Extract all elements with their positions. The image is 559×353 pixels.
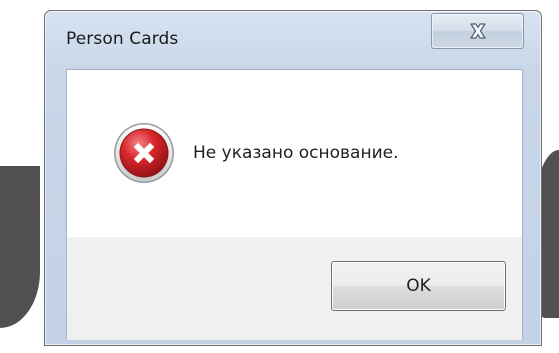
window-title: Person Cards (66, 29, 179, 49)
close-icon (469, 23, 487, 39)
title-bar[interactable]: Person Cards (45, 11, 541, 69)
error-icon (113, 122, 175, 184)
message-box-window: Person Cards Не указано основание. OK (44, 10, 542, 346)
background-glyph-left (0, 166, 40, 328)
dialog-content: Не указано основание. OK (66, 69, 523, 340)
message-area: Не указано основание. (67, 70, 522, 237)
ok-button[interactable]: OK (331, 261, 506, 311)
close-button[interactable] (431, 13, 524, 49)
button-bar: OK (67, 237, 522, 340)
error-message: Не указано основание. (193, 143, 399, 163)
